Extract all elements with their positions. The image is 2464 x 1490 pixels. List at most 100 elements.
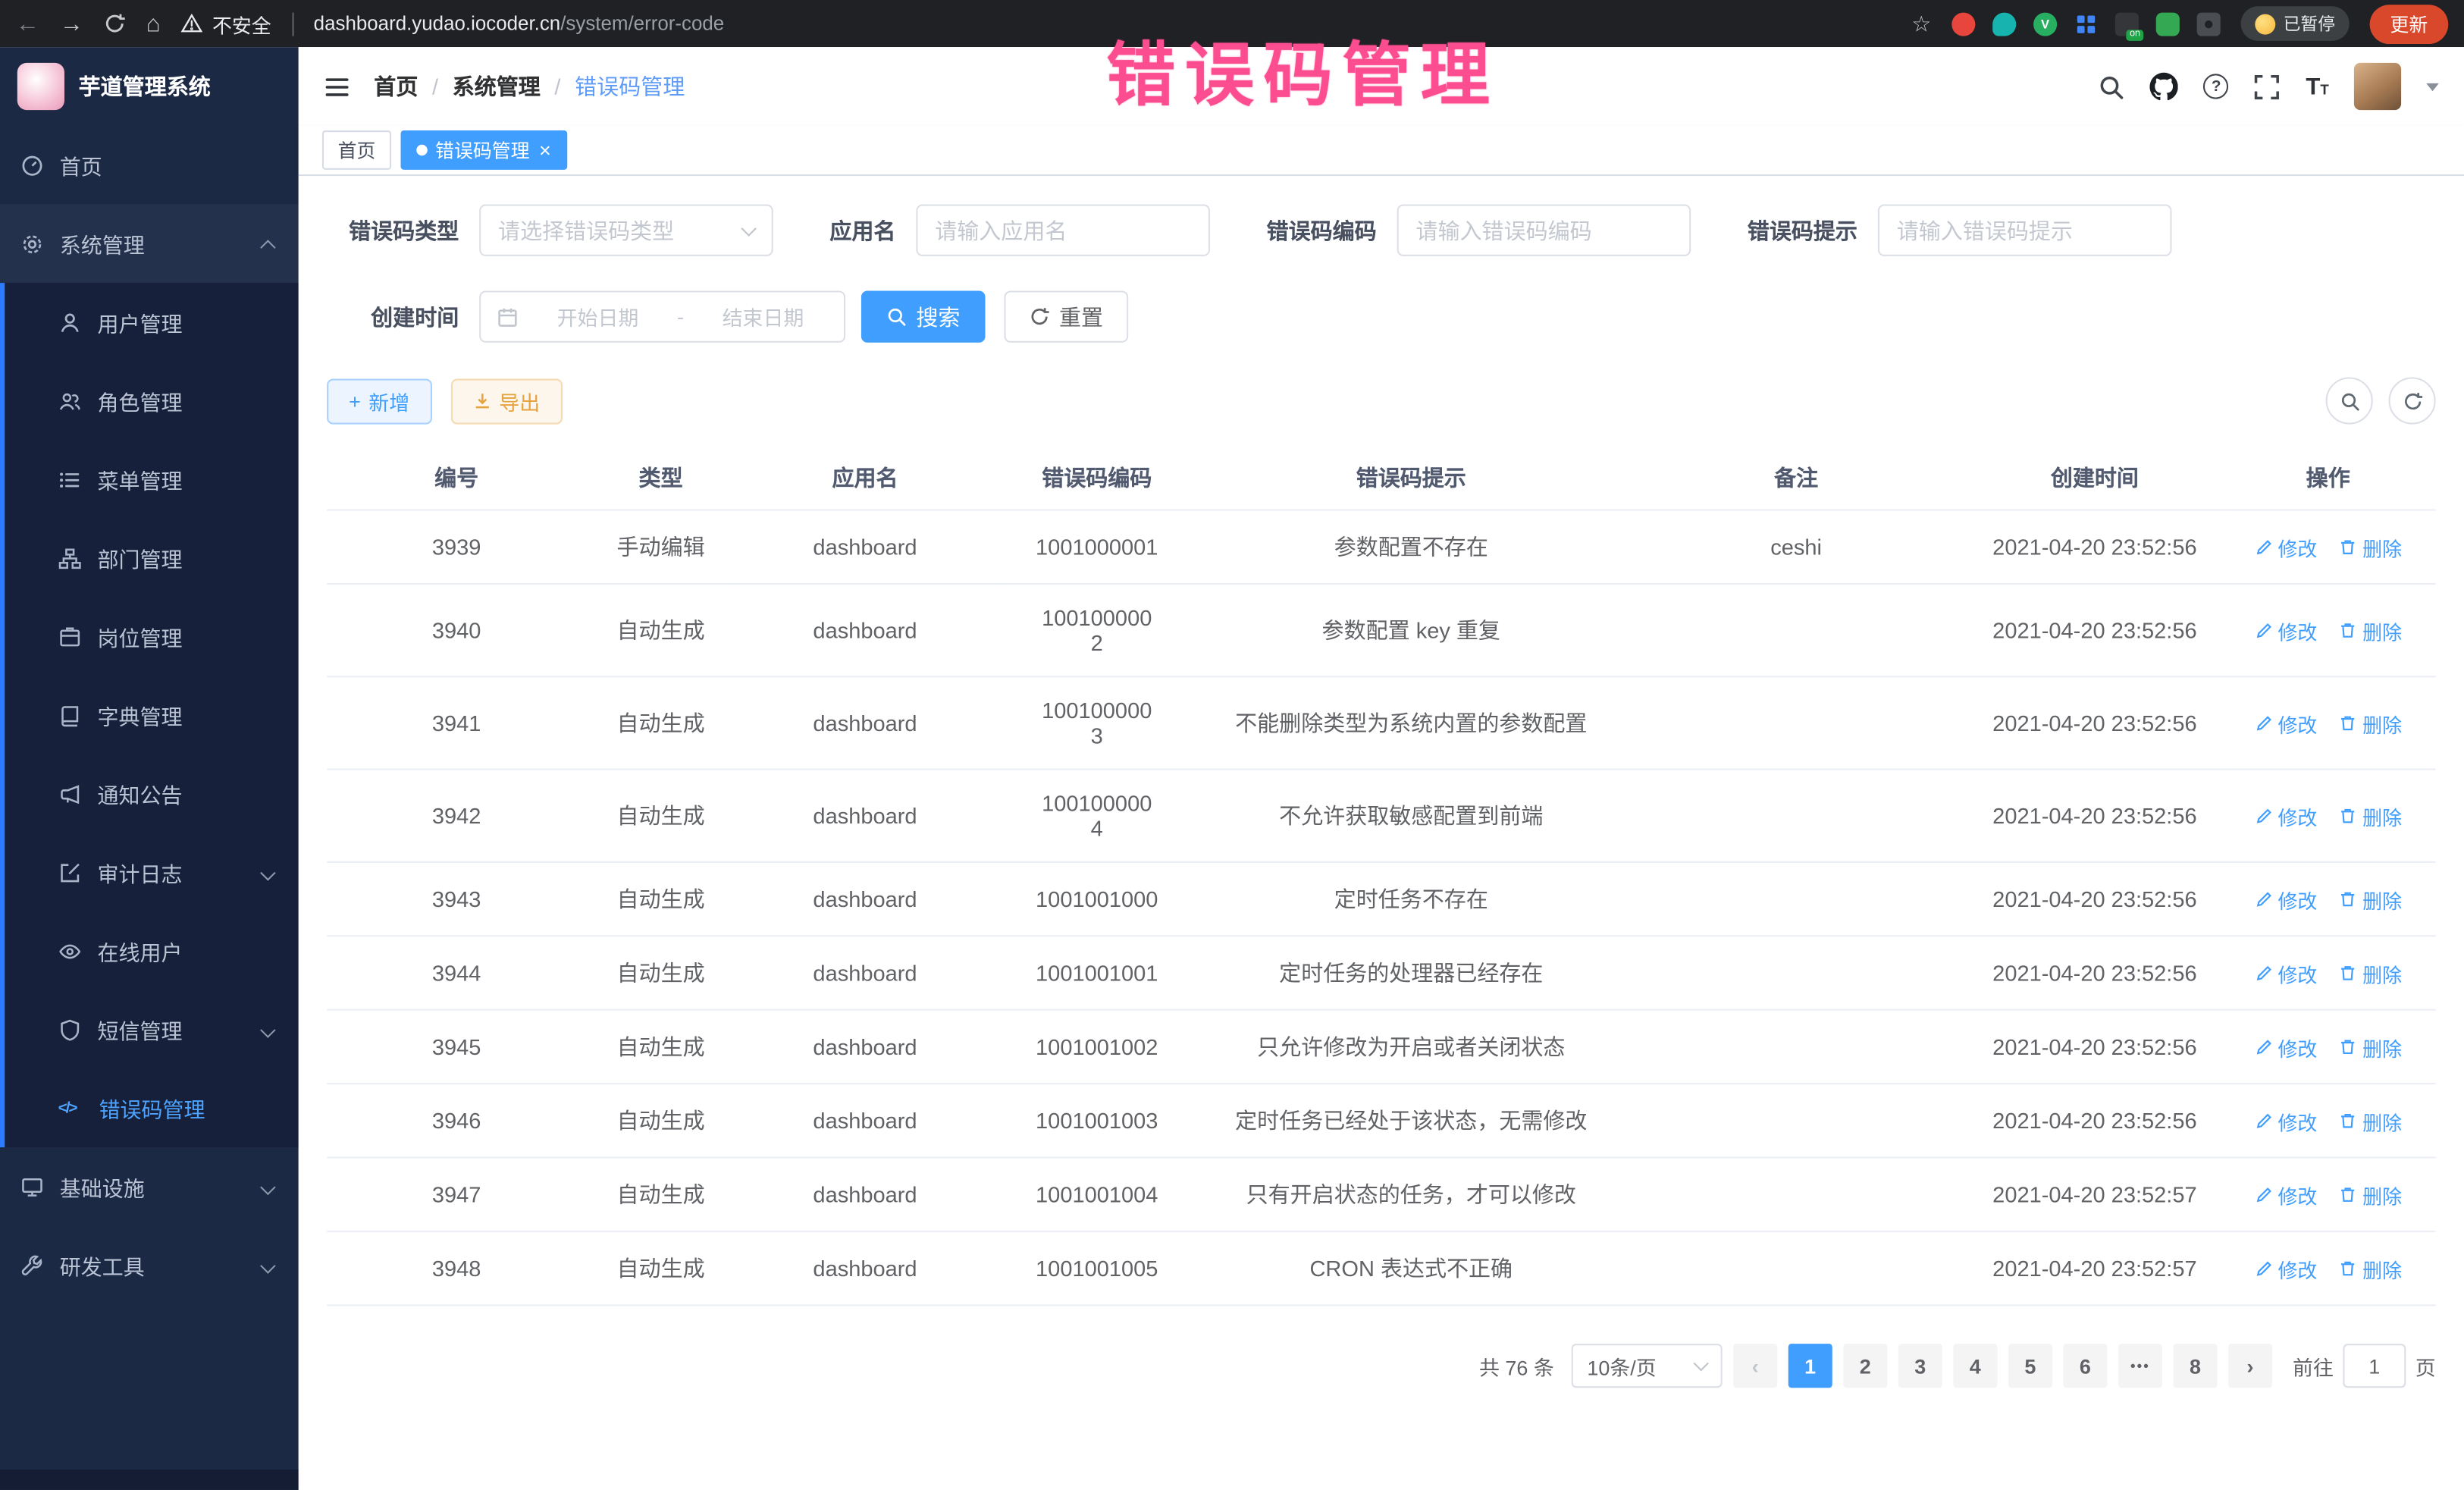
next-page-button[interactable]: › xyxy=(2228,1344,2272,1388)
extension-icon-6[interactable] xyxy=(2156,12,2180,36)
question-glyph: ? xyxy=(2212,78,2221,96)
hamburger-icon[interactable] xyxy=(324,73,350,99)
edit-link[interactable]: 修改 xyxy=(2254,708,2317,738)
error-type-select[interactable] xyxy=(479,204,773,256)
sidebar-item-home[interactable]: 首页 xyxy=(0,126,299,205)
delete-link[interactable]: 删除 xyxy=(2339,1032,2402,1062)
sidebar-item-dictionary[interactable]: 字典管理 xyxy=(5,676,299,754)
sidebar-item-departments[interactable]: 部门管理 xyxy=(5,519,299,598)
edit-link[interactable]: 修改 xyxy=(2254,1032,2317,1062)
delete-link[interactable]: 删除 xyxy=(2339,958,2402,987)
delete-link[interactable]: 删除 xyxy=(2339,801,2402,830)
sidebar-item-users[interactable]: 用户管理 xyxy=(5,283,299,362)
edit-link[interactable]: 修改 xyxy=(2254,615,2317,645)
sidebar-item-audit-log[interactable]: 审计日志 xyxy=(5,833,299,912)
page-button-1[interactable]: 1 xyxy=(1788,1344,1832,1388)
error-type-select-input[interactable] xyxy=(498,218,734,243)
export-button[interactable]: 导出 xyxy=(450,378,562,423)
page-button-8[interactable]: 8 xyxy=(2173,1344,2217,1388)
help-icon[interactable]: ? xyxy=(2204,74,2229,99)
prev-page-button[interactable]: ‹ xyxy=(1733,1344,1777,1388)
user-avatar[interactable] xyxy=(2354,63,2401,110)
sidebar-collapse-bar[interactable] xyxy=(0,1470,299,1490)
extension-icon-2[interactable] xyxy=(1992,12,2016,36)
delete-link[interactable]: 删除 xyxy=(2339,884,2402,914)
page-size-select[interactable]: 10条/页 xyxy=(1572,1344,1723,1388)
bookmark-star-icon[interactable]: ☆ xyxy=(1911,10,1931,36)
sidebar-item-devtools[interactable]: 研发工具 xyxy=(0,1226,299,1305)
search-icon[interactable] xyxy=(2099,73,2125,99)
edit-link[interactable]: 修改 xyxy=(2254,532,2317,562)
sidebar-item-menus[interactable]: 菜单管理 xyxy=(5,440,299,519)
delete-link[interactable]: 删除 xyxy=(2339,615,2402,645)
user-menu-caret-icon[interactable] xyxy=(2426,83,2439,90)
sidebar-item-positions[interactable]: 岗位管理 xyxy=(5,598,299,676)
page-button-2[interactable]: 2 xyxy=(1843,1344,1887,1388)
toggle-search-button[interactable] xyxy=(2326,377,2373,424)
delete-link[interactable]: 删除 xyxy=(2339,708,2402,738)
extension-icon-4[interactable] xyxy=(2074,12,2098,36)
app-name-field[interactable] xyxy=(916,204,1210,256)
extension-icon-5[interactable]: on xyxy=(2115,12,2139,36)
more-pages-button[interactable]: ••• xyxy=(2118,1344,2162,1388)
extension-icon-3[interactable] xyxy=(2033,12,2057,36)
edit-link[interactable]: 修改 xyxy=(2254,801,2317,830)
github-icon[interactable] xyxy=(2150,72,2178,100)
app-brand[interactable]: 芋道管理系统 xyxy=(0,47,299,126)
page-button-4[interactable]: 4 xyxy=(1953,1344,1997,1388)
page-button-3[interactable]: 3 xyxy=(1898,1344,1942,1388)
sidebar-item-sms[interactable]: 短信管理 xyxy=(5,990,299,1069)
extension-icon-1[interactable] xyxy=(1951,12,1975,36)
error-code-input[interactable] xyxy=(1416,218,1672,243)
export-button-label: 导出 xyxy=(499,386,540,416)
error-hint-input[interactable] xyxy=(1897,218,2153,243)
delete-link[interactable]: 删除 xyxy=(2339,1106,2402,1135)
extension-icon-7[interactable] xyxy=(2197,12,2221,36)
browser-home-icon[interactable]: ⌂ xyxy=(146,12,161,36)
end-date-placeholder[interactable]: 结束日期 xyxy=(698,302,829,331)
font-size-icon[interactable]: T T xyxy=(2306,74,2328,98)
security-warning[interactable]: 不安全 xyxy=(180,8,271,38)
delete-link[interactable]: 删除 xyxy=(2339,532,2402,562)
breadcrumb-item[interactable]: 首页 xyxy=(374,71,418,102)
app-name-input[interactable] xyxy=(935,218,1191,243)
breadcrumb-separator: / xyxy=(554,74,560,99)
tab-error-code[interactable]: 错误码管理 × xyxy=(401,130,567,170)
fullscreen-icon[interactable] xyxy=(2254,73,2281,99)
edit-link[interactable]: 修改 xyxy=(2254,958,2317,987)
delete-link[interactable]: 删除 xyxy=(2339,1253,2402,1283)
browser-refresh-icon[interactable] xyxy=(104,13,126,35)
add-button[interactable]: + 新增 xyxy=(327,378,431,423)
paused-badge[interactable]: 已暂停 xyxy=(2241,6,2350,41)
edit-link[interactable]: 修改 xyxy=(2254,884,2317,914)
start-date-placeholder[interactable]: 开始日期 xyxy=(533,302,663,331)
browser-forward-icon[interactable]: → xyxy=(60,12,83,36)
refresh-table-button[interactable] xyxy=(2389,377,2436,424)
goto-page-input[interactable] xyxy=(2343,1344,2406,1388)
browser-update-button[interactable]: 更新 xyxy=(2370,4,2449,43)
search-button[interactable]: 搜索 xyxy=(861,290,986,342)
tab-close-icon[interactable]: × xyxy=(539,140,551,160)
sidebar-item-infrastructure[interactable]: 基础设施 xyxy=(0,1147,299,1226)
tab-home[interactable]: 首页 xyxy=(322,130,391,170)
date-range-picker[interactable]: 开始日期 - 结束日期 xyxy=(479,290,845,342)
sidebar-item-notice[interactable]: 通知公告 xyxy=(5,754,299,833)
page-button-5[interactable]: 5 xyxy=(2008,1344,2052,1388)
browser-back-icon[interactable]: ← xyxy=(16,12,39,36)
edit-link[interactable]: 修改 xyxy=(2254,1180,2317,1209)
error-code-field[interactable] xyxy=(1397,204,1691,256)
cell-app: dashboard xyxy=(735,862,995,936)
sidebar-item-roles[interactable]: 角色管理 xyxy=(5,362,299,441)
sidebar-item-error-code[interactable]: </> 错误码管理 xyxy=(5,1068,299,1147)
edit-link[interactable]: 修改 xyxy=(2254,1106,2317,1135)
page-content: 错误码类型 应用名 错误码编码 xyxy=(299,176,2464,1490)
sidebar-item-system[interactable]: 系统管理 xyxy=(0,204,299,283)
delete-link[interactable]: 删除 xyxy=(2339,1180,2402,1209)
edit-link[interactable]: 修改 xyxy=(2254,1253,2317,1283)
address-bar[interactable]: dashboard.yudao.iocoder.cn/system/error-… xyxy=(314,13,725,35)
sidebar-item-online-users[interactable]: 在线用户 xyxy=(5,911,299,990)
reset-button[interactable]: 重置 xyxy=(1004,290,1128,342)
error-hint-field[interactable] xyxy=(1878,204,2172,256)
page-button-6[interactable]: 6 xyxy=(2063,1344,2107,1388)
breadcrumb-item[interactable]: 系统管理 xyxy=(453,71,541,102)
